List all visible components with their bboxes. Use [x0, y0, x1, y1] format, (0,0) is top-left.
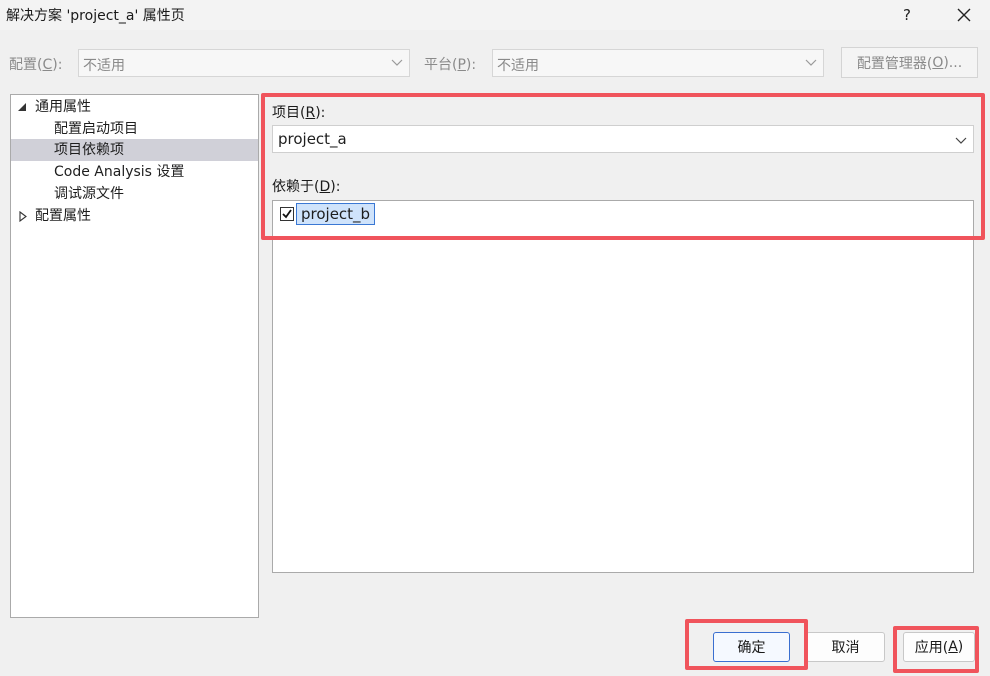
- help-icon: ?: [903, 6, 911, 24]
- tree-item-debug-source-files[interactable]: 调试源文件: [11, 183, 258, 205]
- chevron-down-icon: [805, 59, 817, 66]
- expanded-triangle-icon: [18, 103, 26, 111]
- close-icon: [957, 8, 971, 22]
- dependency-list: project_b: [272, 200, 974, 573]
- collapsed-triangle-icon: [19, 211, 27, 222]
- platform-value: 不适用: [497, 58, 539, 74]
- tree-node-label: 通用属性: [35, 99, 91, 115]
- platform-label: 平台(P):: [424, 57, 477, 73]
- tree-node-config-properties[interactable]: 配置属性: [11, 205, 258, 227]
- highlight-box: [685, 619, 808, 670]
- highlight-box: [261, 93, 985, 240]
- window-title: 解决方案 'project_a' 属性页: [6, 8, 185, 24]
- tree-node-common-properties[interactable]: 通用属性: [11, 96, 258, 118]
- close-button[interactable]: [942, 0, 986, 30]
- title-bar: 解决方案 'project_a' 属性页 ?: [0, 0, 990, 30]
- property-tree: 通用属性 配置启动项目 项目依赖项 Code Analysis 设置 调试源文件…: [10, 94, 259, 618]
- config-dropdown[interactable]: 不适用: [78, 49, 410, 77]
- cancel-button[interactable]: 取消: [806, 632, 885, 662]
- chevron-down-icon: [391, 59, 403, 66]
- platform-dropdown[interactable]: 不适用: [492, 49, 824, 77]
- config-label: 配置(C):: [9, 57, 63, 73]
- tree-item-startup-project[interactable]: 配置启动项目: [11, 118, 258, 140]
- tree-item-project-dependencies[interactable]: 项目依赖项: [11, 139, 258, 161]
- tree-item-code-analysis[interactable]: Code Analysis 设置: [11, 161, 258, 183]
- highlight-box: [893, 626, 979, 673]
- tree-node-label: 配置属性: [35, 208, 91, 224]
- config-manager-button[interactable]: 配置管理器(O)...: [841, 47, 978, 78]
- help-button[interactable]: ?: [885, 0, 929, 30]
- config-value: 不适用: [83, 58, 125, 74]
